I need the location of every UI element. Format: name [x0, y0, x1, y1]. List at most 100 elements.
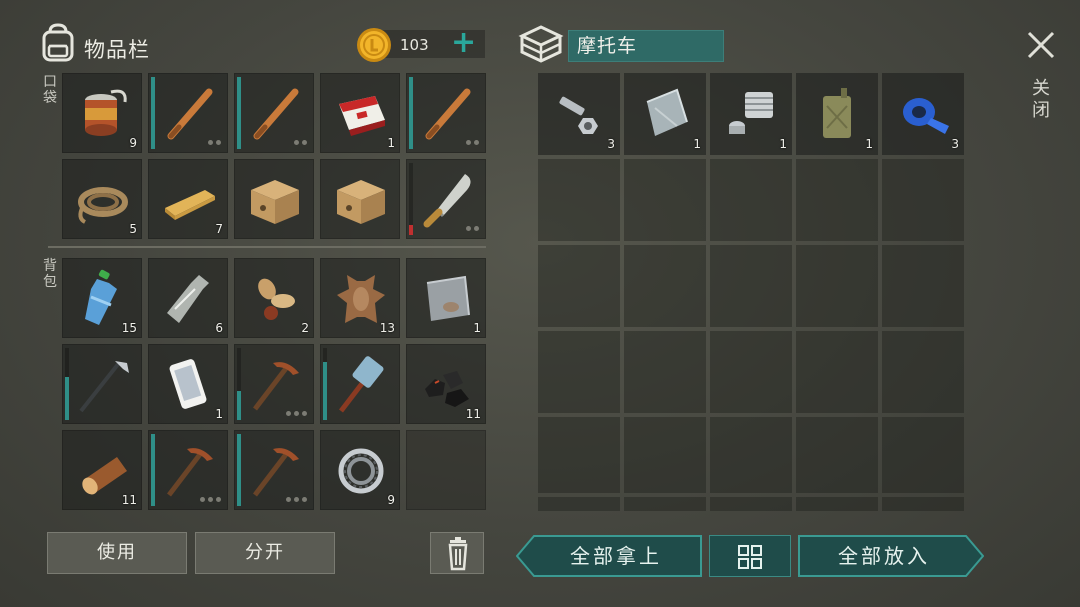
inventory-slot[interactable]	[320, 344, 400, 424]
durability-bar	[409, 77, 413, 149]
inventory-slot[interactable]: 13	[320, 258, 400, 338]
split-button[interactable]: 分开	[195, 532, 335, 574]
item-count: 3	[607, 137, 615, 151]
item-count: 15	[121, 321, 137, 335]
backpack-icon	[38, 22, 78, 64]
smartphone-icon	[157, 353, 221, 417]
durability-bar	[237, 77, 241, 149]
container-slot-empty[interactable]	[882, 245, 964, 327]
inventory-slot[interactable]: 6	[148, 258, 228, 338]
container-slot[interactable]: 1	[710, 73, 792, 155]
item-count: 1	[865, 137, 873, 151]
take-all-label: 全部拿上	[570, 544, 662, 568]
canned-food-icon	[71, 82, 135, 146]
inventory-slot[interactable]	[234, 73, 314, 153]
container-slot-empty[interactable]	[796, 331, 878, 413]
durability-bar	[151, 77, 155, 149]
inventory-slot[interactable]: 1	[320, 73, 400, 153]
container-slot-empty[interactable]	[538, 417, 620, 493]
inventory-title: 物品栏	[84, 38, 150, 62]
inventory-slot[interactable]	[406, 73, 486, 153]
item-count: 1	[779, 137, 787, 151]
put-all-button[interactable]: 全部放入	[798, 535, 984, 577]
pickaxe-icon	[243, 353, 307, 417]
inventory-slot-empty[interactable]	[406, 430, 486, 510]
item-count: 3	[951, 137, 959, 151]
item-count: 11	[465, 407, 481, 421]
add-coins-button[interactable]: +	[451, 28, 476, 58]
inventory-slot[interactable]: 5	[62, 159, 142, 239]
metal-scrap-icon	[415, 267, 479, 331]
container-slot-empty[interactable]	[538, 245, 620, 327]
rope-icon	[71, 168, 135, 232]
quality-dots	[466, 226, 479, 231]
close-button[interactable]	[1022, 26, 1060, 64]
pocket-label: 口袋	[43, 74, 57, 106]
container-slot[interactable]: 1	[624, 73, 706, 155]
item-count: 13	[379, 321, 395, 335]
seeds-icon	[243, 267, 307, 331]
inventory-slot[interactable]: 2	[234, 258, 314, 338]
container-slot-empty[interactable]	[710, 159, 792, 241]
bearing-icon	[329, 439, 393, 503]
close-label[interactable]: 关闭	[1030, 78, 1052, 122]
container-slot-empty[interactable]	[710, 245, 792, 327]
inventory-slot[interactable]	[148, 430, 228, 510]
inventory-slot[interactable]: 1	[148, 344, 228, 424]
inventory-slot[interactable]	[62, 344, 142, 424]
item-count: 2	[301, 321, 309, 335]
use-button[interactable]: 使用	[47, 532, 187, 574]
container-slot-empty[interactable]	[710, 331, 792, 413]
trash-button[interactable]	[430, 532, 484, 574]
container-slot-empty[interactable]	[624, 417, 706, 493]
container-slot-empty	[882, 497, 964, 511]
container-slot-empty[interactable]	[882, 331, 964, 413]
container-slot-empty[interactable]	[882, 417, 964, 493]
inventory-slot[interactable]: 9	[320, 430, 400, 510]
container-slot-empty[interactable]	[796, 159, 878, 241]
container-slot-empty[interactable]	[710, 417, 792, 493]
inventory-slot[interactable]	[148, 73, 228, 153]
container-slot-empty[interactable]	[796, 417, 878, 493]
inventory-slot[interactable]: 9	[62, 73, 142, 153]
container-title: 摩托车	[568, 30, 724, 62]
inventory-slot[interactable]: 15	[62, 258, 142, 338]
take-all-button[interactable]: 全部拿上	[516, 535, 702, 577]
inventory-slot[interactable]	[234, 344, 314, 424]
container-slot-empty[interactable]	[538, 331, 620, 413]
bolts-and-nuts-icon	[547, 82, 611, 146]
inventory-slot[interactable]	[320, 159, 400, 239]
inventory-slot[interactable]: 7	[148, 159, 228, 239]
pickaxe-icon	[157, 439, 221, 503]
cardboard-box-icon	[329, 168, 393, 232]
container-slot-empty[interactable]	[882, 159, 964, 241]
machete-icon	[415, 168, 479, 232]
item-count: 1	[473, 321, 481, 335]
item-count: 5	[129, 222, 137, 236]
inventory-slot[interactable]: 11	[406, 344, 486, 424]
container-slot-empty[interactable]	[624, 159, 706, 241]
container-slot[interactable]: 3	[882, 73, 964, 155]
container-slot-empty[interactable]	[624, 331, 706, 413]
inventory-slot[interactable]: 11	[62, 430, 142, 510]
inventory-slot[interactable]	[234, 159, 314, 239]
coin-count: 103	[400, 36, 429, 54]
inventory-slot[interactable]	[406, 159, 486, 239]
quality-dots	[200, 497, 221, 502]
container-slot-empty[interactable]	[796, 245, 878, 327]
inventory-slot[interactable]	[234, 430, 314, 510]
baseball-bat-icon	[415, 82, 479, 146]
quality-dots	[466, 140, 479, 145]
container-slot[interactable]: 3	[538, 73, 620, 155]
cardboard-box-icon	[243, 168, 307, 232]
item-count: 7	[215, 222, 223, 236]
inventory-slot[interactable]: 1	[406, 258, 486, 338]
durability-bar	[65, 348, 69, 420]
backpack-label: 背包	[43, 258, 57, 290]
container-slot[interactable]: 1	[796, 73, 878, 155]
container-slot-empty[interactable]	[538, 159, 620, 241]
container-slot-empty	[624, 497, 706, 511]
durability-bar	[237, 434, 241, 506]
sort-button[interactable]	[709, 535, 791, 577]
container-slot-empty[interactable]	[624, 245, 706, 327]
